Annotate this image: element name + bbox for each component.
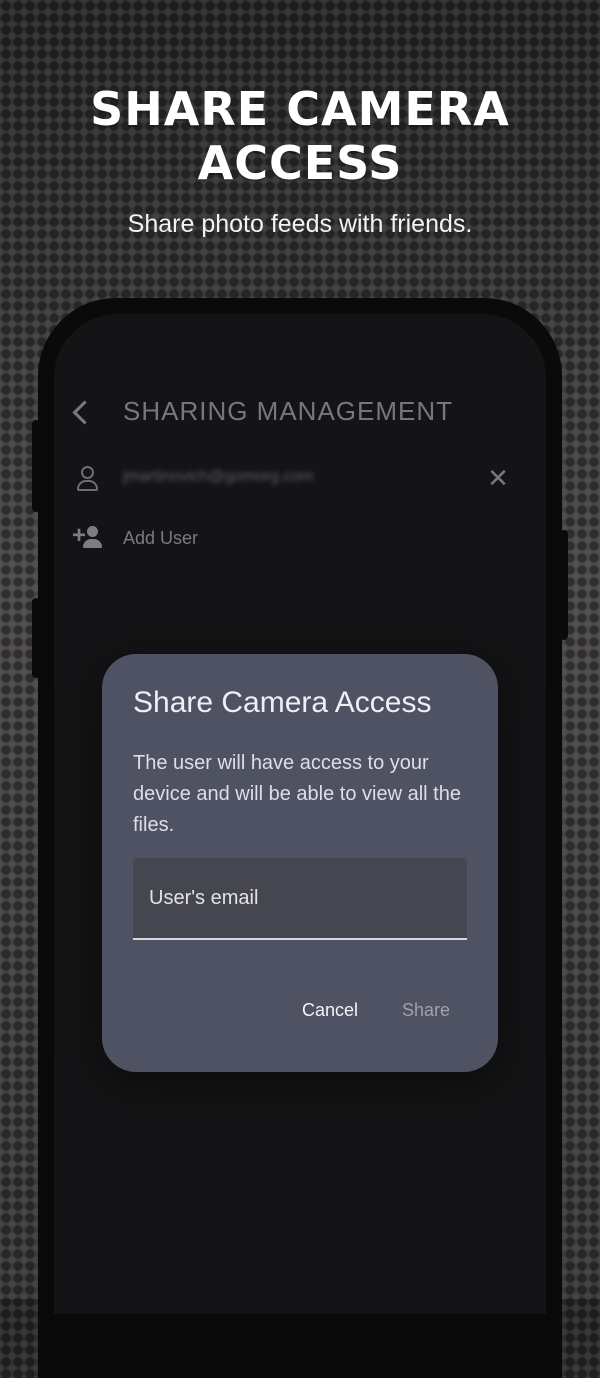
promo-headline-line-1: SHARE CAMERA: [90, 82, 510, 136]
promo-headline-line-2: ACCESS: [197, 136, 403, 190]
phone-side-button-left: [32, 420, 40, 512]
close-icon[interactable]: ✕: [486, 465, 510, 491]
add-user-label: Add User: [123, 528, 199, 548]
chevron-left-icon[interactable]: [72, 400, 97, 425]
person-add-icon: +: [72, 522, 104, 550]
share-button[interactable]: Share: [396, 996, 456, 1025]
user-email-input[interactable]: [133, 858, 467, 940]
app-header: SHARING MANAGEMENT: [54, 396, 546, 436]
add-user-row[interactable]: + Add User: [54, 522, 546, 554]
shared-user-row: jmartinovich@gomorg.com ✕: [54, 464, 546, 494]
share-camera-dialog: Share Camera Access The user will have a…: [102, 654, 498, 1072]
cancel-button[interactable]: Cancel: [296, 996, 364, 1025]
page-title: SHARING MANAGEMENT: [123, 396, 454, 426]
phone-side-button-right: [560, 530, 568, 640]
dialog-message: The user will have access to your device…: [133, 752, 461, 836]
person-outline-icon: [76, 466, 98, 491]
phone-side-button-left-2: [32, 598, 40, 678]
shared-user-email: jmartinovich@gomorg.com: [123, 468, 314, 485]
dialog-title: Share Camera Access: [133, 686, 432, 719]
promo-subheadline: Share photo feeds with friends.: [127, 210, 473, 238]
promo-headline: SHARE CAMERA ACCESS: [0, 82, 600, 190]
